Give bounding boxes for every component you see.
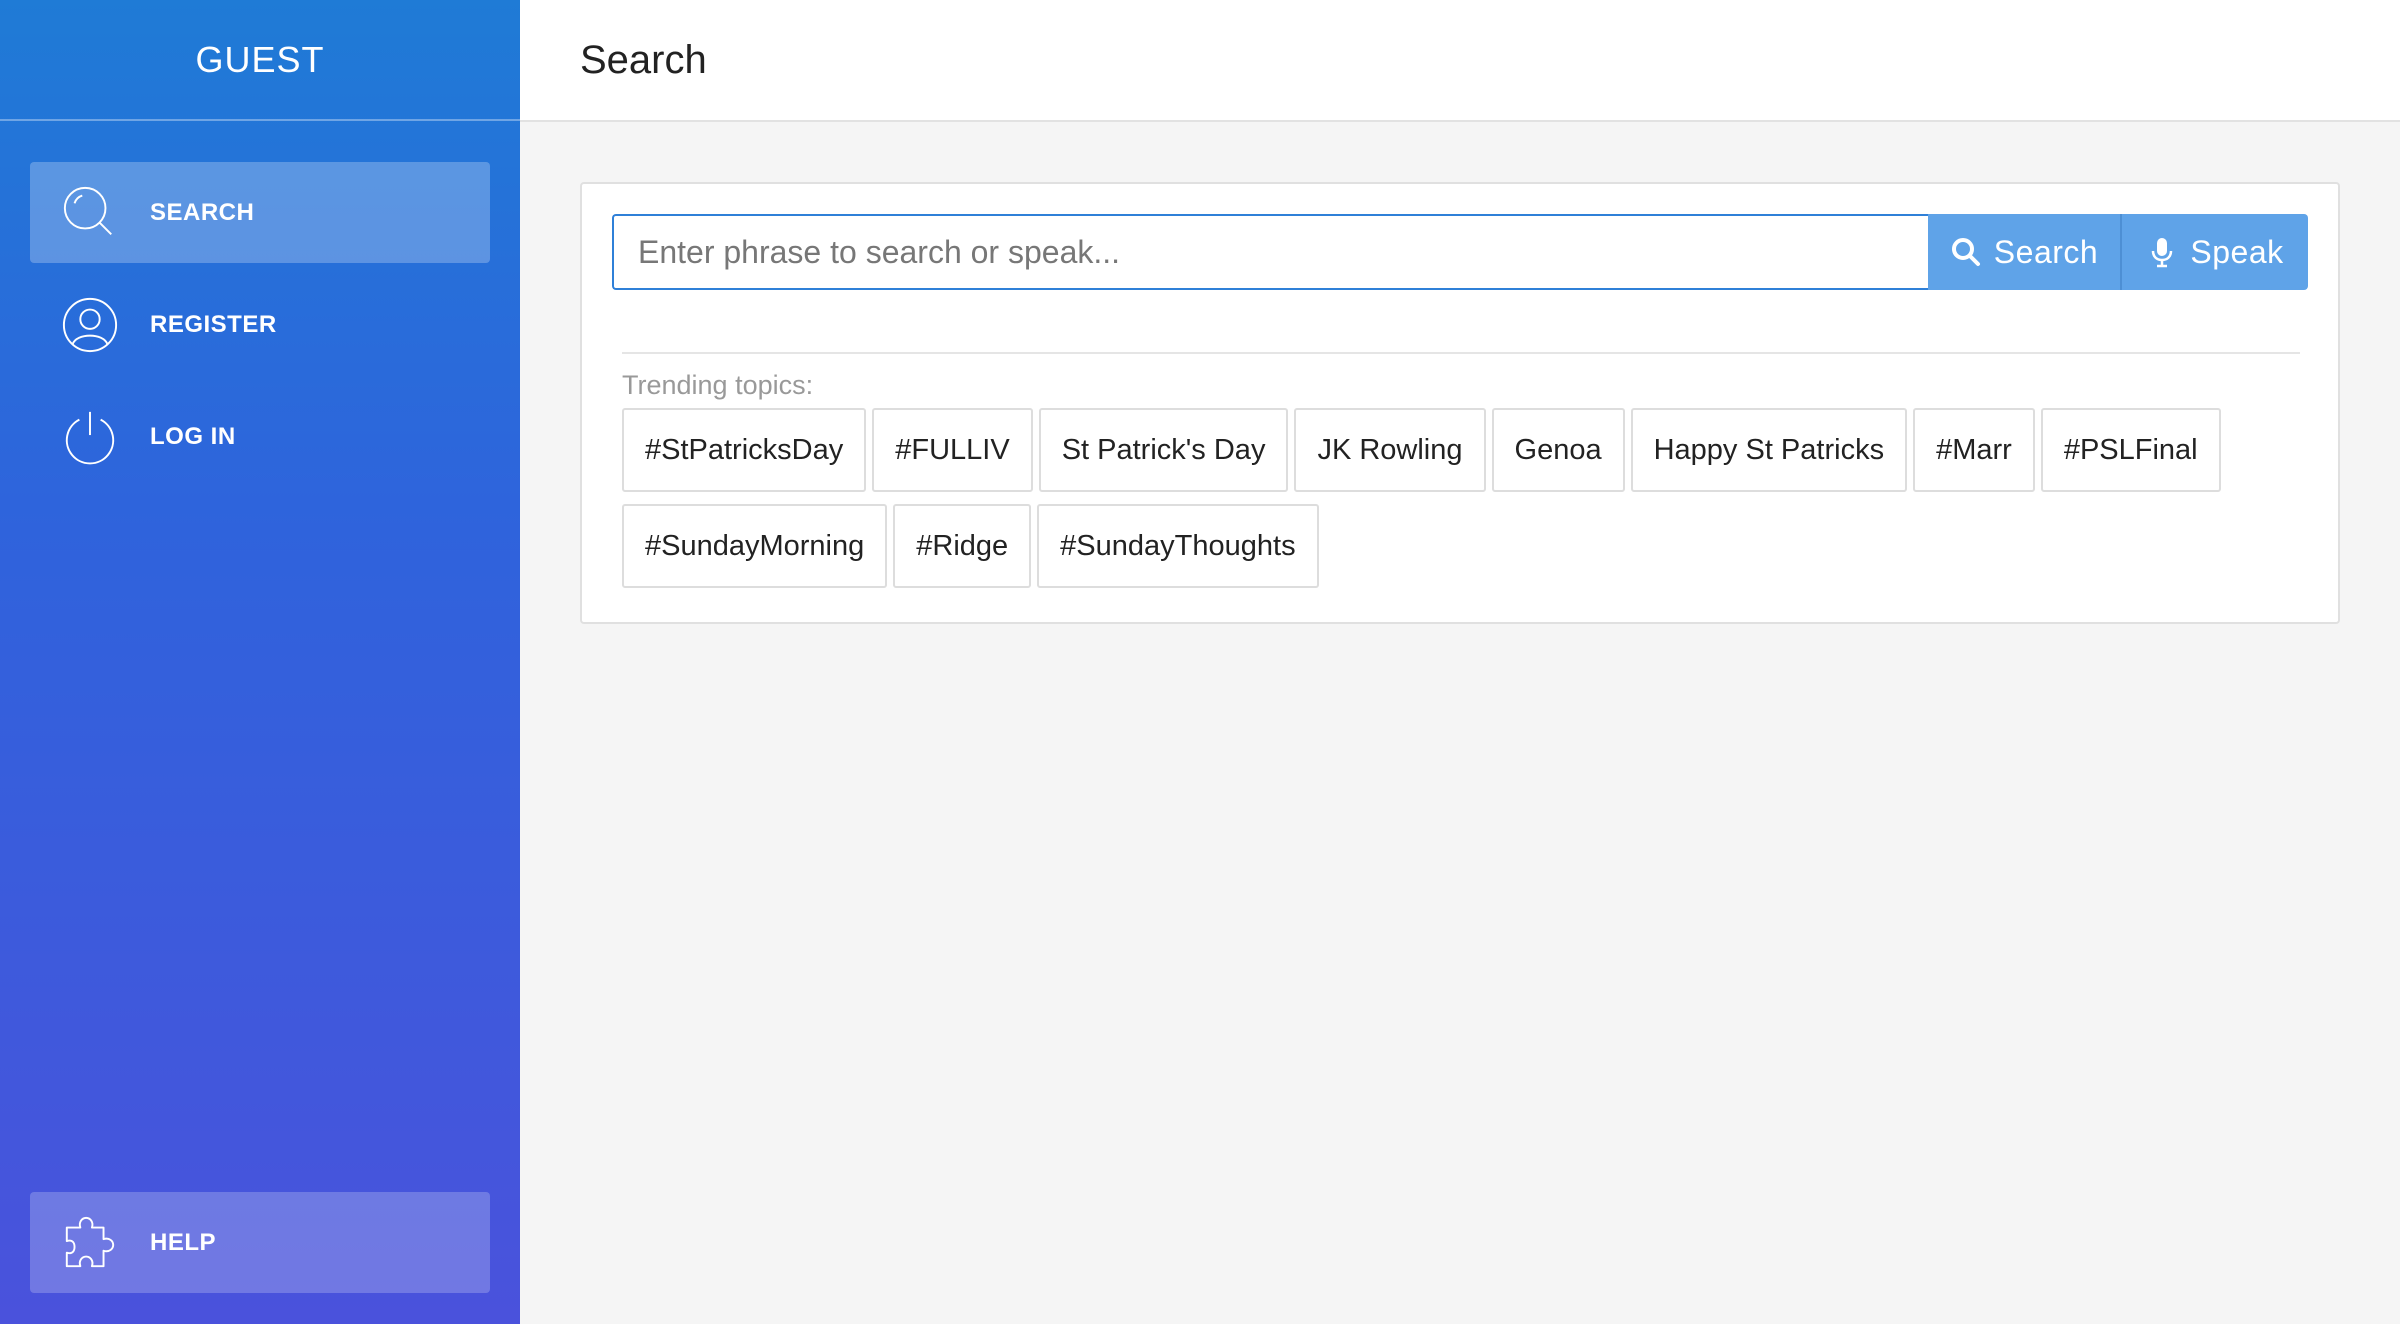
search-icon bbox=[60, 183, 120, 243]
trending-tag[interactable]: #SundayThoughts bbox=[1037, 504, 1319, 588]
sidebar-item-login[interactable]: LOG IN bbox=[30, 386, 490, 487]
search-card: Search Speak Trending topics: #StPatrick bbox=[580, 182, 2340, 624]
search-icon bbox=[1951, 238, 1980, 266]
sidebar-item-help[interactable]: HELP bbox=[30, 1192, 490, 1293]
trending-tag[interactable]: #SundayMorning bbox=[622, 504, 888, 588]
sidebar-item-label: REGISTER bbox=[150, 310, 277, 338]
divider bbox=[622, 352, 2300, 354]
trending-tag[interactable]: Genoa bbox=[1491, 408, 1625, 492]
trending-tag[interactable]: Happy St Patricks bbox=[1630, 408, 1908, 492]
power-icon bbox=[60, 407, 120, 467]
trending-tag[interactable]: #StPatricksDay bbox=[622, 408, 867, 492]
microphone-icon bbox=[2152, 238, 2173, 268]
trending-tag[interactable]: #Ridge bbox=[893, 504, 1032, 588]
search-button[interactable]: Search bbox=[1928, 214, 2122, 290]
tag-row: #StPatricksDay #FULLIV St Patrick's Day … bbox=[622, 408, 2322, 492]
search-button-label: Search bbox=[1993, 233, 2099, 270]
trending-tag[interactable]: #PSLFinal bbox=[2040, 408, 2221, 492]
main-content: Search Search bbox=[520, 0, 2400, 1324]
tag-row: #SundayMorning #Ridge #SundayThoughts bbox=[622, 504, 2322, 588]
sidebar-item-search[interactable]: SEARCH bbox=[30, 162, 490, 263]
speak-button[interactable]: Speak bbox=[2122, 214, 2308, 290]
sidebar-header: GUEST bbox=[0, 0, 520, 121]
search-bar: Search Speak bbox=[612, 214, 2308, 290]
trending-tag[interactable]: #FULLIV bbox=[872, 408, 1033, 492]
page-title: Search bbox=[520, 0, 2400, 122]
sidebar-item-label: LOG IN bbox=[150, 422, 236, 450]
sidebar-item-label: HELP bbox=[150, 1228, 217, 1256]
sidebar: GUEST SEARCH REGISTER LOG IN HELP bbox=[0, 0, 520, 1324]
app-window: GUEST SEARCH REGISTER LOG IN HELP Search… bbox=[0, 0, 2400, 1324]
search-input[interactable] bbox=[612, 214, 1928, 290]
trending-tags: #StPatricksDay #FULLIV St Patrick's Day … bbox=[622, 408, 2322, 600]
speak-button-label: Speak bbox=[2190, 233, 2284, 270]
trending-tag[interactable]: JK Rowling bbox=[1294, 408, 1486, 492]
puzzle-icon bbox=[60, 1213, 120, 1273]
trending-tag[interactable]: #Marr bbox=[1913, 408, 2035, 492]
user-icon bbox=[60, 295, 120, 355]
sidebar-item-label: SEARCH bbox=[150, 198, 255, 226]
sidebar-item-register[interactable]: REGISTER bbox=[30, 274, 490, 375]
trending-label: Trending topics: bbox=[622, 370, 814, 400]
trending-tag[interactable]: St Patrick's Day bbox=[1038, 408, 1289, 492]
